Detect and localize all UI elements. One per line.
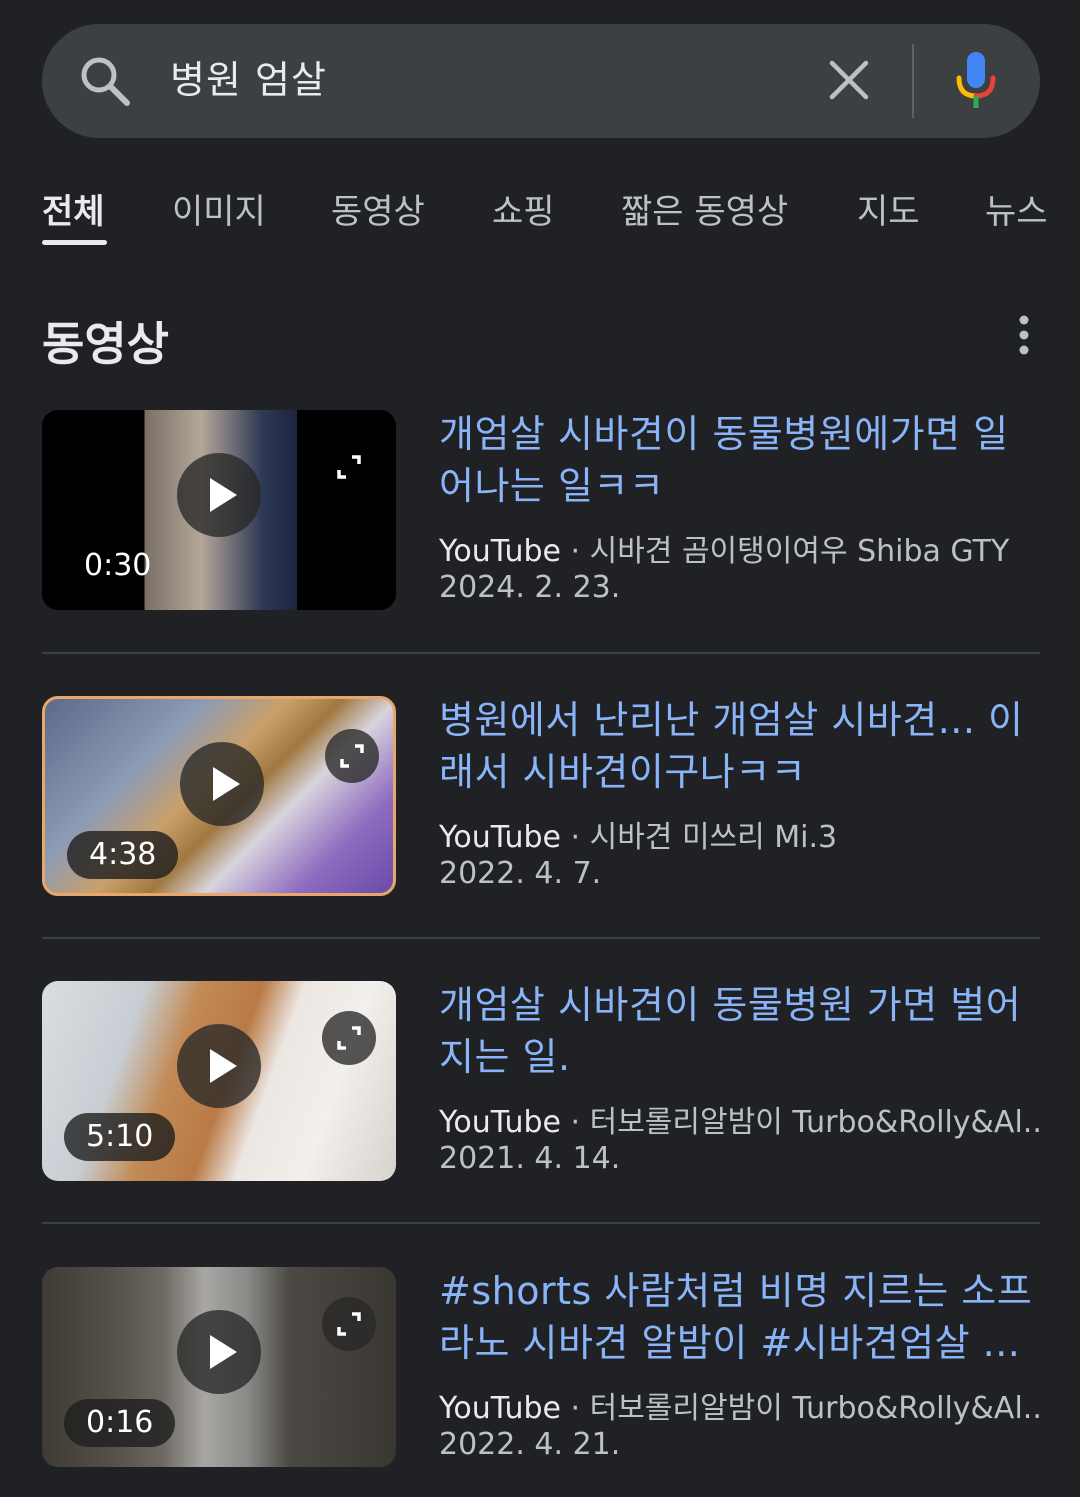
video-meta: YouTube · 터보롤리알밤이 Turbo&Rolly&Al...	[439, 1383, 1039, 1427]
expand-icon[interactable]	[322, 1297, 376, 1351]
meta-separator: ·	[561, 820, 590, 855]
video-source: YouTube	[439, 1391, 561, 1426]
video-channel: 시바견 곰이탱이여우 Shiba GTY	[589, 534, 1010, 569]
video-thumbnail[interactable]: 4:38	[42, 696, 396, 896]
meta-separator: ·	[561, 1105, 590, 1140]
tab-all[interactable]: 전체	[42, 184, 105, 233]
search-tabs: 전체 이미지 동영상 쇼핑 짧은 동영상 지도 뉴스	[0, 178, 1080, 258]
expand-icon[interactable]	[322, 440, 376, 494]
video-duration: 0:16	[64, 1399, 176, 1447]
video-date: 2021. 4. 14.	[439, 1141, 621, 1176]
close-icon[interactable]	[826, 57, 872, 103]
video-source: YouTube	[439, 534, 561, 569]
video-meta: YouTube · 시바견 곰이탱이여우 Shiba GTY	[439, 526, 1039, 570]
search-bar-divider	[912, 44, 914, 118]
video-duration: 5:10	[64, 1113, 176, 1161]
video-title[interactable]: 개엄살 시바견이 동물병원에가면 일어나는 일ㅋㅋ	[439, 408, 1039, 512]
microphone-icon[interactable]	[952, 50, 1000, 112]
tab-news[interactable]: 뉴스	[985, 184, 1048, 233]
video-meta: YouTube · 시바견 미쓰리 Mi.3	[439, 812, 1039, 856]
video-thumbnail[interactable]: 0:30	[42, 410, 396, 610]
tab-images[interactable]: 이미지	[172, 184, 266, 233]
more-options-icon[interactable]	[1008, 312, 1040, 358]
video-thumbnail[interactable]: 5:10	[42, 981, 396, 1181]
video-source: YouTube	[439, 820, 561, 855]
video-channel: 터보롤리알밤이 Turbo&Rolly&Al...	[589, 1105, 1039, 1140]
tab-short-videos[interactable]: 짧은 동영상	[621, 184, 788, 233]
search-icon[interactable]	[78, 54, 132, 108]
video-duration: 4:38	[67, 831, 179, 879]
video-date: 2022. 4. 7.	[439, 856, 602, 891]
search-input[interactable]: 병원 엄살	[170, 52, 327, 108]
play-icon[interactable]	[177, 1024, 261, 1108]
meta-separator: ·	[561, 1391, 590, 1426]
video-title[interactable]: #shorts 사람처럼 비명 지르는 소프라노 시바견 알밤이 #시바견엄살 …	[439, 1265, 1039, 1369]
video-result[interactable]: 5:10 개엄살 시바견이 동물병원 가면 벌어지는 일. YouTube · …	[0, 981, 1080, 1211]
tab-videos[interactable]: 동영상	[331, 184, 425, 233]
video-duration: 0:30	[84, 548, 152, 583]
video-title[interactable]: 개엄살 시바견이 동물병원 가면 벌어지는 일.	[439, 979, 1039, 1083]
expand-icon[interactable]	[325, 729, 379, 783]
video-result[interactable]: 0:16 #shorts 사람처럼 비명 지르는 소프라노 시바견 알밤이 #시…	[0, 1267, 1080, 1497]
result-divider	[42, 1222, 1040, 1224]
tab-shopping[interactable]: 쇼핑	[492, 184, 555, 233]
meta-separator: ·	[561, 534, 590, 569]
video-date: 2024. 2. 23.	[439, 570, 621, 605]
video-result[interactable]: 0:30 개엄살 시바견이 동물병원에가면 일어나는 일ㅋㅋ YouTube ·…	[0, 410, 1080, 640]
section-title: 동영상	[42, 317, 169, 371]
play-icon[interactable]	[177, 1310, 261, 1394]
video-channel: 시바견 미쓰리 Mi.3	[589, 820, 838, 855]
video-channel: 터보롤리알밤이 Turbo&Rolly&Al...	[589, 1391, 1039, 1426]
result-divider	[42, 937, 1040, 939]
expand-icon[interactable]	[322, 1011, 376, 1065]
play-icon[interactable]	[180, 742, 264, 826]
video-meta: YouTube · 터보롤리알밤이 Turbo&Rolly&Al...	[439, 1097, 1039, 1141]
play-icon[interactable]	[177, 453, 261, 537]
tab-maps[interactable]: 지도	[857, 184, 920, 233]
video-thumbnail[interactable]: 0:16	[42, 1267, 396, 1467]
active-tab-indicator	[42, 240, 107, 245]
video-source: YouTube	[439, 1105, 561, 1140]
video-date: 2022. 4. 21.	[439, 1427, 621, 1462]
result-divider	[42, 652, 1040, 654]
video-result[interactable]: 4:38 병원에서 난리난 개엄살 시바견... 이래서 시바견이구나ㅋㅋ Yo…	[0, 696, 1080, 926]
video-title[interactable]: 병원에서 난리난 개엄살 시바견... 이래서 시바견이구나ㅋㅋ	[439, 694, 1039, 798]
